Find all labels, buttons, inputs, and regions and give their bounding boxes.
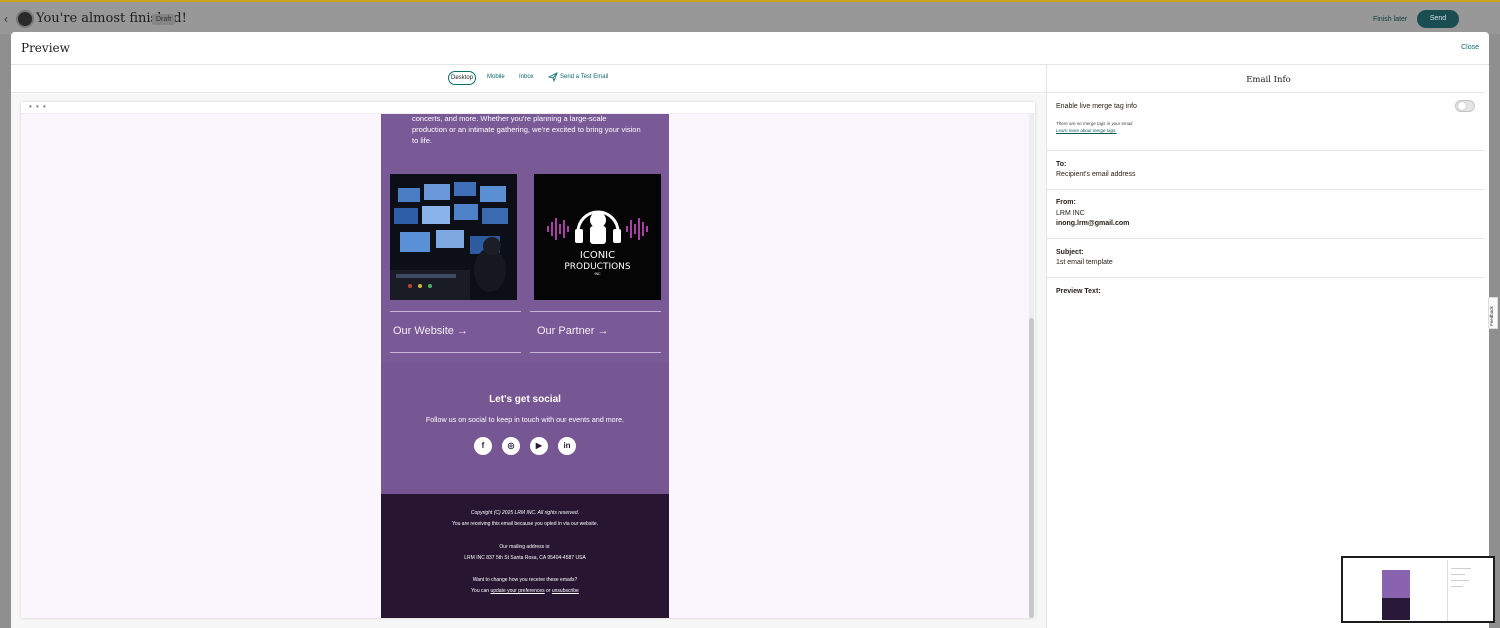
our-partner-link[interactable]: Our Partner → <box>530 311 661 353</box>
social-subtitle: Follow us on social to keep in touch wit… <box>425 415 625 424</box>
tab-inbox[interactable]: Inbox <box>519 74 534 80</box>
tab-desktop[interactable]: Desktop <box>448 71 476 85</box>
divider <box>1047 189 1485 190</box>
toggle-knob <box>1458 102 1466 110</box>
divider <box>1047 277 1485 278</box>
tab-mobile[interactable]: Mobile <box>487 74 505 80</box>
divider <box>1047 92 1485 93</box>
linkedin-icon[interactable]: in <box>558 437 576 455</box>
minimap-thumbnail[interactable] <box>1341 556 1495 623</box>
subject-label: Subject: <box>1056 249 1084 256</box>
iconic-productions-logo: ICONIC PRODUCTIONS INC <box>534 174 661 300</box>
minimap-line <box>1451 580 1469 581</box>
email-social-section: Let's get social Follow us on social to … <box>381 362 669 494</box>
footer-mailing-label: Our mailing address is: <box>499 544 551 550</box>
paper-plane-icon <box>548 72 558 82</box>
learn-merge-tags-link[interactable]: Learn more about merge tags. <box>1056 128 1117 133</box>
email-body: concerts, and more. Whether you're plann… <box>381 114 669 618</box>
control-room-image <box>390 174 517 300</box>
logo-line1: ICONIC <box>580 250 615 261</box>
merge-tag-note: There are no merge tags in your email. <box>1056 121 1134 126</box>
control-room-photo <box>390 174 517 300</box>
scroll-thumb[interactable] <box>1029 318 1034 618</box>
top-bar: ‹ You're almost finished! Draft Finish l… <box>0 0 1500 34</box>
social-title: Let's get social <box>489 394 561 405</box>
email-footer: Copyright (C) 2025 LRM INC. All rights r… <box>381 494 669 618</box>
footer-address: LRM INC 837 5th St Santa Rosa, CA 95404-… <box>464 555 586 561</box>
from-name: LRM INC <box>1056 210 1085 217</box>
logo-line3: INC <box>594 272 601 276</box>
update-preferences-link[interactable]: update your preferences <box>490 588 544 594</box>
back-chevron-icon[interactable]: ‹ <box>4 12 8 26</box>
logo-line2: PRODUCTIONS <box>564 262 631 272</box>
merge-tag-label: Enable live merge tag info <box>1056 103 1137 110</box>
preview-pane: • • • concerts, and more. Whether you're… <box>11 94 1046 628</box>
instagram-icon[interactable]: ◎ <box>502 437 520 455</box>
youtube-icon[interactable]: ▶ <box>530 437 548 455</box>
preview-scrollbar[interactable] <box>1029 114 1034 618</box>
divider <box>1047 150 1485 151</box>
email-cards-section: ICONIC PRODUCTIONS INC Our Website → Our… <box>381 164 669 362</box>
minimap-line <box>1451 586 1463 587</box>
intro-text: concerts, and more. Whether you're plann… <box>412 114 641 145</box>
feedback-tab[interactable]: Feedback <box>1488 297 1498 329</box>
preview-modal: Preview Close Desktop Mobile Inbox Send … <box>11 32 1489 628</box>
footer-preferences-line: You can update your preferences or unsub… <box>381 588 669 595</box>
modal-header: Preview Close <box>11 32 1489 65</box>
to-value: Recipient's email address <box>1056 171 1136 178</box>
subject-value: 1st email template <box>1056 259 1113 266</box>
to-label: To: <box>1056 161 1067 168</box>
preview-text-label: Preview Text: <box>1056 288 1101 295</box>
mailchimp-logo-icon <box>16 10 34 28</box>
modal-title: Preview <box>21 41 70 55</box>
send-button[interactable]: Send <box>1417 10 1459 28</box>
footer-change: Want to change how you receive these ema… <box>472 577 578 583</box>
minimap-line <box>1451 568 1471 569</box>
from-label: From: <box>1056 199 1076 206</box>
finish-later-button[interactable]: Finish later <box>1373 16 1407 23</box>
footer-receiving: You are receiving this email because you… <box>451 521 598 527</box>
frame-dots: • • • <box>29 102 47 111</box>
iconic-productions-logo-image: ICONIC PRODUCTIONS INC <box>534 174 661 300</box>
footer-you-can: You can <box>471 588 491 594</box>
status-badge: Draft <box>152 14 176 25</box>
our-website-link[interactable]: Our Website → <box>390 311 521 353</box>
close-button[interactable]: Close <box>1461 44 1479 51</box>
email-intro-section: concerts, and more. Whether you're plann… <box>381 114 669 164</box>
facebook-icon[interactable]: f <box>474 437 492 455</box>
email-preview-frame[interactable]: • • • concerts, and more. Whether you're… <box>21 102 1035 618</box>
divider <box>1047 238 1485 239</box>
unsubscribe-link[interactable]: unsubscribe <box>552 588 579 594</box>
email-info-pane: Email Info Enable live merge tag info Th… <box>1046 65 1489 628</box>
feedback-label: Feedback <box>1489 306 1494 326</box>
footer-or: or <box>544 588 552 594</box>
minimap-email-footer <box>1382 598 1410 620</box>
preview-toolbar: Desktop Mobile Inbox Send a Test Email <box>11 65 1046 93</box>
email-info-title: Email Info <box>1246 75 1291 85</box>
send-test-email-button[interactable]: Send a Test Email <box>548 72 608 82</box>
merge-tag-toggle[interactable] <box>1455 100 1475 112</box>
minimap-line <box>1451 574 1465 575</box>
footer-copyright: Copyright (C) 2025 LRM INC. All rights r… <box>470 510 580 516</box>
from-email: inong.lrm@gmail.com <box>1056 220 1130 227</box>
minimap-divider <box>1447 560 1448 621</box>
send-test-email-label: Send a Test Email <box>560 74 609 80</box>
